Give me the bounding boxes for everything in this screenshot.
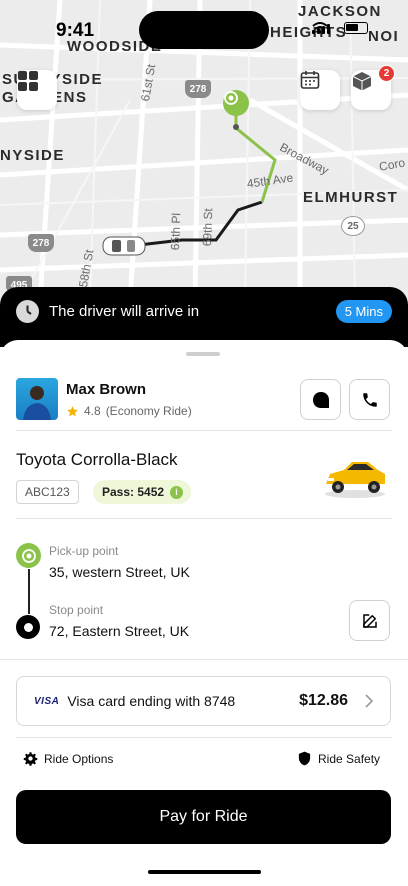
street-label-69th-st: 69th St — [200, 207, 216, 247]
map-label-jackson: JACKSON — [298, 3, 382, 20]
dynamic-island — [139, 11, 269, 49]
sheet-drag-handle[interactable] — [186, 352, 220, 356]
package-button[interactable]: 2 — [351, 65, 395, 110]
pay-for-ride-button[interactable]: Pay for Ride — [16, 790, 391, 844]
calendar-button[interactable] — [300, 70, 340, 110]
edit-stop-button[interactable] — [349, 600, 390, 641]
payment-card-text: Visa card ending with 8748 — [67, 693, 236, 709]
map-label-noi: NOI — [368, 28, 400, 45]
arrival-banner: The driver will arrive in 5 Mins — [0, 287, 408, 347]
phone-icon — [362, 392, 377, 407]
stop-point-icon — [16, 615, 40, 639]
divider — [0, 659, 408, 660]
highway-shield-icon: 278 — [185, 80, 211, 98]
fare-amount: $12.86 — [299, 692, 348, 709]
pass-text: Pass: 5452 — [102, 485, 165, 499]
map-label-elmhurst: ELMHURST — [303, 189, 399, 206]
ride-options-button[interactable]: Ride Options — [23, 751, 113, 766]
driver-rating: 4.8 (Economy Ride) — [66, 404, 192, 418]
plate-number: ABC123 — [16, 480, 79, 504]
chevron-right-icon — [365, 694, 374, 708]
driver-name: Max Brown — [66, 381, 147, 398]
package-icon — [352, 72, 372, 91]
route-connector — [28, 569, 30, 614]
chat-icon — [312, 391, 329, 408]
rating-value: 4.8 — [84, 404, 101, 418]
pickup-address: 35, western Street, UK — [49, 564, 190, 580]
destination-pin-icon — [223, 90, 249, 116]
shield-icon — [298, 751, 311, 766]
highway-shield-icon: 278 — [28, 234, 54, 252]
divider — [16, 430, 392, 431]
menu-grid-button[interactable] — [17, 70, 57, 110]
car-marker-icon — [102, 235, 146, 257]
notification-badge: 2 — [378, 65, 395, 82]
home-indicator[interactable] — [148, 870, 261, 874]
calendar-icon — [300, 71, 320, 89]
payment-method-card[interactable]: VISA Visa card ending with 8748 $12.86 — [16, 676, 391, 726]
driver-avatar — [16, 378, 58, 420]
ride-safety-button[interactable]: Ride Safety — [297, 751, 380, 766]
vehicle-model: Toyota Corrolla-Black — [16, 450, 178, 469]
battery-icon — [344, 22, 368, 34]
divider — [16, 518, 392, 519]
highway-shield-icon: 25 — [341, 216, 365, 236]
arrival-text: The driver will arrive in — [49, 303, 200, 320]
call-button[interactable] — [349, 379, 390, 420]
ride-options-label: Ride Options — [44, 751, 114, 766]
street-label-65th-pl: 65th Pl — [168, 212, 184, 251]
chat-button[interactable] — [300, 379, 341, 420]
star-icon — [67, 405, 78, 416]
status-time: 9:41 — [56, 20, 95, 41]
eta-badge: 5 Mins — [335, 300, 392, 323]
map-view[interactable]: JACKSON HEIGHTS NOI WOODSIDE SUNNYSIDE G… — [0, 0, 408, 300]
visa-logo-icon: VISA — [34, 695, 60, 707]
pickup-label: Pick-up point — [49, 544, 119, 558]
stop-label: Stop point — [49, 603, 104, 617]
pickup-point-icon — [16, 543, 41, 568]
divider — [16, 737, 392, 738]
ride-safety-label: Ride Safety — [318, 751, 381, 766]
ride-type: (Economy Ride) — [105, 404, 192, 418]
vehicle-image — [322, 452, 388, 500]
gear-icon — [23, 752, 38, 766]
clock-icon — [16, 300, 39, 323]
map-label-nyside: NYSIDE — [0, 147, 65, 164]
pass-code: Pass: 5452 i — [93, 480, 192, 504]
edit-icon — [362, 613, 377, 628]
status-icons — [312, 22, 368, 34]
grid-icon — [18, 71, 38, 91]
stop-address: 72, Eastern Street, UK — [49, 623, 190, 639]
ride-details-sheet: Max Brown 4.8 (Economy Ride) Toyota Corr… — [0, 340, 408, 886]
info-icon[interactable]: i — [170, 485, 184, 499]
